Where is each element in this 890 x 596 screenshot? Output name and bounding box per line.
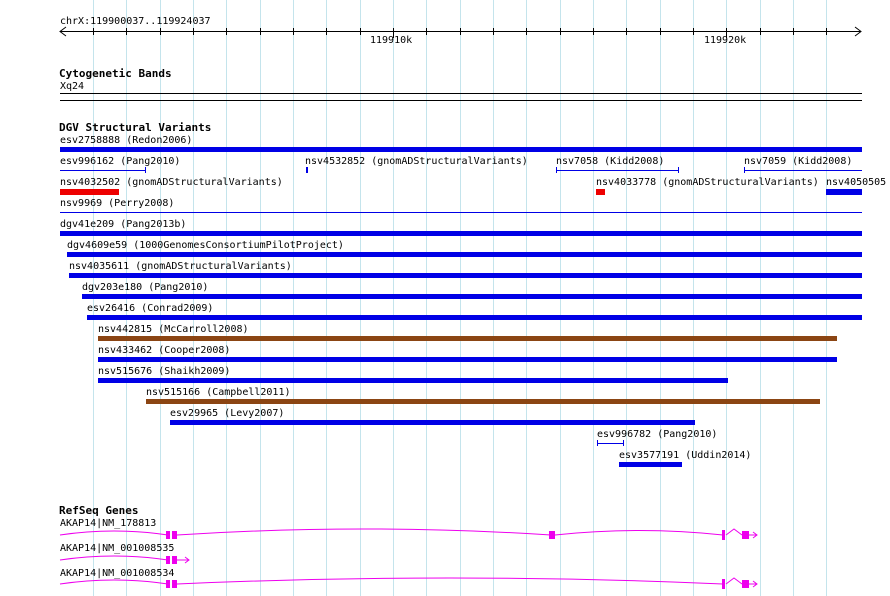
variant-bar[interactable] <box>556 170 679 171</box>
variant-bar[interactable] <box>60 212 862 213</box>
transcript-model[interactable] <box>0 574 890 594</box>
feature-label: nsv515676 (Shaikh2009) <box>98 366 231 377</box>
feature-label: nsv4050505 <box>826 177 887 188</box>
feature-label: esv996782 (Pang2010) <box>597 429 718 440</box>
track-title-dgv: DGV Structural Variants <box>59 121 212 134</box>
variant-bar[interactable] <box>69 273 862 278</box>
feature-label: nsv7059 (Kidd2008) <box>744 156 853 167</box>
variant-bar-end <box>744 167 745 173</box>
feature-label: dgv4609e59 (1000GenomesConsortiumPilotPr… <box>67 240 344 251</box>
feature-label: nsv4032502 (gnomADStructuralVariants) <box>60 177 283 188</box>
ruler-label: 119910k <box>370 35 413 46</box>
feature-label: nsv4532852 (gnomADStructuralVariants) <box>305 156 528 167</box>
track-title-refseq: RefSeq Genes <box>59 504 139 517</box>
variant-bar-end <box>597 440 598 446</box>
feature-label: nsv515166 (Campbell2011) <box>146 387 291 398</box>
variant-bar[interactable] <box>596 189 605 195</box>
feature-label: dgv41e209 (Pang2013b) <box>60 219 187 230</box>
variant-bar[interactable] <box>619 462 682 467</box>
feature-label: esv2758888 (Redon2006) <box>60 135 193 146</box>
variant-bar[interactable] <box>87 315 862 320</box>
feature-label: dgv203e180 (Pang2010) <box>82 282 209 293</box>
variant-bar[interactable] <box>60 147 862 152</box>
variant-bar[interactable] <box>98 336 837 341</box>
cytoband-bar[interactable] <box>60 100 862 101</box>
variant-bar[interactable] <box>98 357 837 362</box>
feature-label: nsv9969 (Perry2008) <box>60 198 175 209</box>
cytoband-label: Xq24 <box>60 81 85 92</box>
feature-label: nsv4033778 (gnomADStructuralVariants) <box>596 177 819 188</box>
variant-bar[interactable] <box>170 420 695 425</box>
ruler-label: 119920k <box>704 35 747 46</box>
variant-bar[interactable] <box>82 294 862 299</box>
transcript-model[interactable] <box>0 550 890 570</box>
variant-bar[interactable] <box>60 189 119 195</box>
feature-label: nsv4035611 (gnomADStructuralVariants) <box>69 261 292 272</box>
feature-label: esv996162 (Pang2010) <box>60 156 181 167</box>
variant-bar-end <box>145 167 146 173</box>
feature-label: esv26416 (Conrad2009) <box>87 303 214 314</box>
variant-bar[interactable] <box>60 231 862 236</box>
variant-bar[interactable] <box>67 252 862 257</box>
variant-bar[interactable] <box>98 378 728 383</box>
variant-bar[interactable] <box>60 170 145 171</box>
track-title-cytoband: Cytogenetic Bands <box>59 67 172 80</box>
variant-bar[interactable] <box>146 399 820 404</box>
genome-browser-view: chrX:119900037..119924037 119910k 119920… <box>0 0 890 596</box>
variant-bar-end <box>623 440 624 446</box>
variant-bar-end <box>678 167 679 173</box>
feature-label: esv29965 (Levy2007) <box>170 408 285 419</box>
variant-bar[interactable] <box>826 189 862 195</box>
variant-bar[interactable] <box>306 167 308 173</box>
transcript-model[interactable] <box>0 525 890 545</box>
variant-bar-end <box>556 167 557 173</box>
variant-bar[interactable] <box>597 443 624 444</box>
feature-label: nsv433462 (Cooper2008) <box>98 345 231 356</box>
cytoband-bar[interactable] <box>60 93 862 94</box>
ruler <box>59 26 862 38</box>
feature-label: nsv442815 (McCarroll2008) <box>98 324 249 335</box>
feature-label: nsv7058 (Kidd2008) <box>556 156 665 167</box>
feature-label: esv3577191 (Uddin2014) <box>619 450 752 461</box>
variant-bar[interactable] <box>744 170 862 171</box>
